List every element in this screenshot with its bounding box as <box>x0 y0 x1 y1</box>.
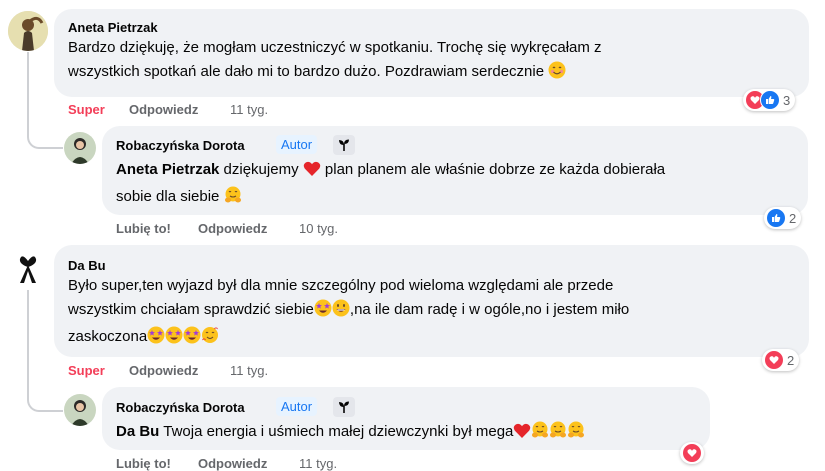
hugging-face-emoji <box>224 186 242 212</box>
timestamp[interactable]: 11 tyg. <box>230 363 268 378</box>
reaction-count: 2 <box>787 352 795 368</box>
avatar[interactable] <box>8 249 48 289</box>
grinning-face-emoji <box>332 299 350 325</box>
hugging-face-emoji <box>549 421 567 447</box>
comment-text: Było super,ten wyjazd był dla mnie szcze… <box>68 274 808 352</box>
hugging-face-emoji <box>531 421 549 447</box>
star-struck-emoji <box>165 326 183 352</box>
reaction-badge[interactable]: 3 <box>743 89 796 111</box>
comment-text: Bardzo dziękuję, że mogłam uczestniczyć … <box>68 36 808 87</box>
sprout-icon[interactable] <box>333 135 355 155</box>
reaction-badge[interactable]: 2 <box>764 207 802 229</box>
timestamp[interactable]: 11 tyg. <box>230 102 268 117</box>
timestamp[interactable]: 10 tyg. <box>299 221 338 236</box>
heart-icon <box>764 350 784 370</box>
hugging-face-emoji <box>567 421 585 447</box>
comment-author[interactable]: Aneta Pietrzak <box>68 20 158 35</box>
reply-author[interactable]: Robaczyńska Dorota <box>116 400 245 415</box>
react-button[interactable]: Super <box>68 363 105 378</box>
comment-text-line: Bardzo dziękuję, że mogłam uczestniczyć … <box>68 39 602 56</box>
comment-text-line: wszystkich spotkań ale dało mi to bardzo… <box>68 60 808 87</box>
like-button[interactable]: Lubię to! <box>116 221 171 236</box>
comment-text-line: Było super,ten wyjazd był dla mnie szcze… <box>68 277 614 294</box>
star-struck-emoji <box>314 299 332 325</box>
reaction-badge[interactable] <box>680 442 704 464</box>
reply-button[interactable]: Odpowiedz <box>129 102 198 117</box>
comment-text-line: zaskoczona <box>68 325 808 352</box>
mention-link[interactable]: Da Bu <box>116 423 159 440</box>
author-badge: Autor <box>276 135 318 154</box>
like-icon <box>760 90 780 110</box>
star-struck-emoji <box>183 326 201 352</box>
reaction-count: 2 <box>789 210 797 226</box>
star-struck-emoji <box>147 326 165 352</box>
reply-text-line: Da Bu Twoja energia i uśmiech małej dzie… <box>116 420 706 447</box>
avatar[interactable] <box>64 394 96 426</box>
reply-text: Aneta Pietrzak dziękujemy plan planem al… <box>116 158 806 212</box>
red-heart-emoji <box>513 423 531 447</box>
reaction-count: 3 <box>783 92 791 108</box>
reply-text-line: Aneta Pietrzak dziękujemy plan planem al… <box>116 158 806 185</box>
thread-connector <box>27 115 63 149</box>
comment-text-line: wszystkim chciałam sprawdzić siebie ,na i… <box>68 298 808 325</box>
sprout-icon[interactable] <box>333 397 355 417</box>
thread-connector <box>27 380 63 412</box>
heart-icon <box>682 443 702 463</box>
reply-author[interactable]: Robaczyńska Dorota <box>116 138 245 153</box>
reply-button[interactable]: Odpowiedz <box>198 456 267 471</box>
reply-button[interactable]: Odpowiedz <box>198 221 267 236</box>
thread-line <box>27 290 29 380</box>
reply-button[interactable]: Odpowiedz <box>129 363 198 378</box>
avatar[interactable] <box>64 132 96 164</box>
author-badge: Autor <box>276 397 318 416</box>
react-button[interactable]: Super <box>68 102 105 117</box>
reaction-badge[interactable]: 2 <box>762 349 800 371</box>
smiling-face-with-hearts-emoji <box>201 326 219 352</box>
like-button[interactable]: Lubię to! <box>116 456 171 471</box>
comment-author[interactable]: Da Bu <box>68 258 106 273</box>
avatar[interactable] <box>8 11 48 51</box>
reply-text: Da Bu Twoja energia i uśmiech małej dzie… <box>116 420 706 447</box>
reply-text-line: sobie dla siebie <box>116 185 806 212</box>
like-icon <box>766 208 786 228</box>
smiling-face-emoji <box>548 61 566 87</box>
mention-link[interactable]: Aneta Pietrzak <box>116 161 219 178</box>
timestamp[interactable]: 11 tyg. <box>299 456 337 471</box>
red-heart-emoji <box>303 161 321 185</box>
